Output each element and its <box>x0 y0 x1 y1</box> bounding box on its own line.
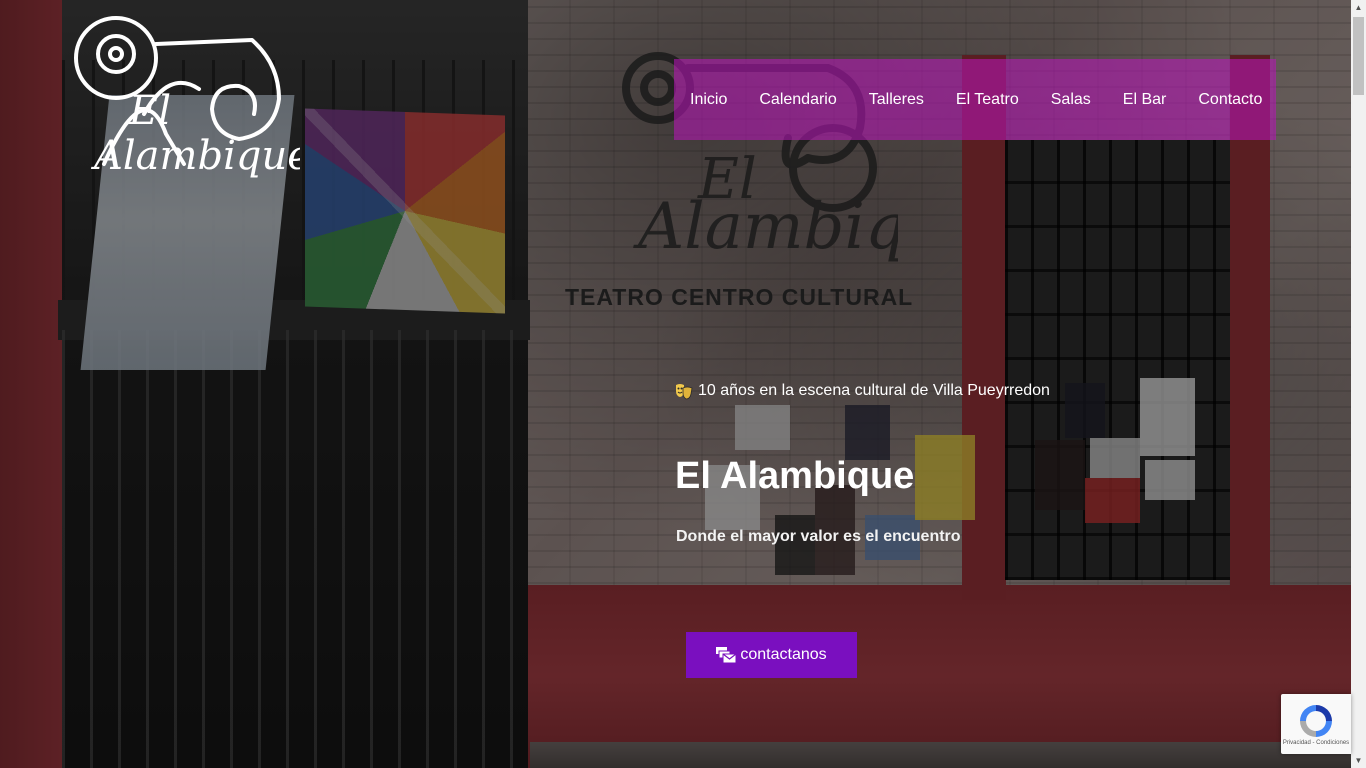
logo-line1: El <box>128 88 171 134</box>
recaptcha-links[interactable]: Privacidad - Condiciones <box>1281 740 1351 746</box>
hero-tagline: 10 años en la escena cultural de Villa P… <box>675 382 1050 400</box>
site-logo[interactable]: El Alambique <box>74 14 300 188</box>
logo-line2: Alambique <box>90 133 300 179</box>
mail-bulk-icon <box>716 647 737 663</box>
nav-item-talleres[interactable]: Talleres <box>869 91 924 109</box>
main-nav: Inicio Calendario Talleres El Teatro Sal… <box>674 59 1276 140</box>
theater-masks-icon <box>676 384 693 400</box>
nav-item-salas[interactable]: Salas <box>1051 91 1091 109</box>
contactanos-label: contactanos <box>740 646 827 663</box>
nav-item-el-bar[interactable]: El Bar <box>1123 91 1167 109</box>
page-scrollbar[interactable]: ▲ ▼ <box>1351 0 1366 768</box>
hero-subtitle: Donde el mayor valor es el encuentro <box>676 528 961 545</box>
nav-item-el-teatro[interactable]: El Teatro <box>956 91 1019 109</box>
recaptcha-icon <box>1300 705 1332 737</box>
scroll-down-arrow-icon[interactable]: ▼ <box>1351 753 1366 768</box>
hero-title: El Alambique <box>675 455 915 497</box>
recaptcha-badge[interactable]: Privacidad - Condiciones <box>1281 694 1351 754</box>
contactanos-button[interactable]: contactanos <box>686 632 857 678</box>
nav-item-contacto[interactable]: Contacto <box>1198 91 1262 109</box>
nav-item-inicio[interactable]: Inicio <box>690 91 727 109</box>
hero-tagline-text: 10 años en la escena cultural de Villa P… <box>698 382 1050 399</box>
nav-item-calendario[interactable]: Calendario <box>759 91 836 109</box>
scroll-thumb[interactable] <box>1353 17 1364 95</box>
scroll-up-arrow-icon[interactable]: ▲ <box>1351 0 1366 15</box>
